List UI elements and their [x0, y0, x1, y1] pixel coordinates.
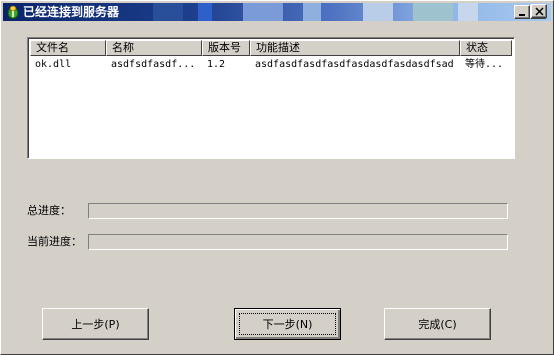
title-decoration — [413, 3, 453, 21]
title-decoration — [303, 3, 321, 21]
column-header-name[interactable]: 名称 — [106, 40, 202, 56]
prev-button-label: 上一步(P) — [71, 318, 120, 331]
cell-description: asdfasdfasdfasdfasdasdfasdasdfsad — [255, 59, 454, 70]
cell-version: 1.2 — [207, 59, 226, 70]
close-icon — [535, 7, 544, 16]
cell-filename: ok.dll — [35, 59, 72, 70]
title-bar[interactable]: 已经连接到服务器 — [3, 3, 551, 21]
cell-name: asdfsdfasdf... — [111, 59, 196, 70]
column-header-version[interactable]: 版本号 — [202, 40, 250, 56]
prev-button[interactable]: 上一步(P) — [42, 308, 149, 340]
next-button[interactable]: 下一步(N) — [234, 308, 341, 340]
title-decoration — [198, 3, 212, 21]
title-decoration — [363, 3, 393, 21]
app-icon[interactable] — [6, 5, 20, 19]
minimize-icon — [519, 14, 525, 16]
focus-rect — [239, 313, 336, 335]
title-decoration — [153, 3, 183, 21]
column-header-status[interactable]: 状态 — [460, 40, 512, 56]
total-progress-bar — [88, 203, 508, 219]
list-header: 文件名 名称 版本号 功能描述 状态 — [30, 40, 512, 56]
main-window: 已经连接到服务器 文件名 名称 版本号 功能描述 状态 ok.dll asdfs… — [0, 0, 554, 355]
file-list[interactable]: 文件名 名称 版本号 功能描述 状态 ok.dll asdfsdfasdf...… — [27, 37, 515, 159]
column-header-description[interactable]: 功能描述 — [250, 40, 460, 56]
minimize-button[interactable] — [514, 5, 530, 19]
current-progress-label: 当前进度： — [27, 235, 82, 248]
total-progress-label: 总进度： — [27, 204, 71, 217]
column-header-filename[interactable]: 文件名 — [30, 40, 106, 56]
current-progress-bar — [88, 234, 508, 250]
close-button[interactable] — [531, 4, 547, 18]
title-decoration — [243, 3, 283, 21]
finish-button[interactable]: 完成(C) — [384, 308, 491, 340]
window-title: 已经连接到服务器 — [23, 5, 120, 19]
title-decoration — [458, 3, 478, 21]
list-item[interactable]: ok.dll asdfsdfasdf... 1.2 asdfasdfasdfas… — [30, 57, 512, 73]
cell-status: 等待... — [465, 59, 504, 70]
finish-button-label: 完成(C) — [418, 318, 457, 331]
